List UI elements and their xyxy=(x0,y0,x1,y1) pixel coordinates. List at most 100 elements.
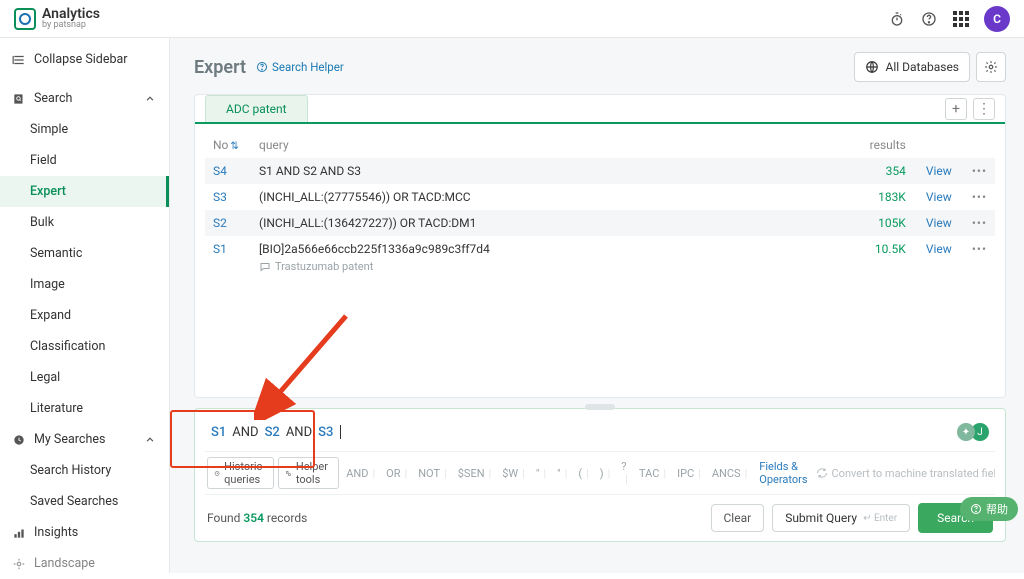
helper-tools-label: Helper tools xyxy=(296,460,332,486)
sidebar-item-label: Expand xyxy=(30,308,71,323)
op-qmark[interactable]: ? xyxy=(618,460,632,486)
sidebar-item-expert[interactable]: Expert xyxy=(0,176,169,207)
chevron-up-icon xyxy=(143,92,157,106)
brand-logo-icon xyxy=(14,8,36,30)
view-link[interactable]: View xyxy=(926,242,952,256)
tab-menu-button[interactable]: ⋮ xyxy=(973,98,995,120)
sidebar-item-literature[interactable]: Literature xyxy=(0,393,169,424)
row-hint: Trastuzumab patent xyxy=(259,260,846,273)
helper-tools-button[interactable]: Helper tools xyxy=(278,457,339,489)
query-token: AND xyxy=(286,425,312,440)
op-paren-close[interactable]: ) xyxy=(597,467,615,480)
sidebar-item-label: Search History xyxy=(30,463,111,478)
sidebar-group-my-searches[interactable]: My Searches xyxy=(0,424,169,455)
sidebar-item-image[interactable]: Image xyxy=(0,269,169,300)
query-toolbar: Historic queries Helper tools AND OR NOT… xyxy=(205,451,995,495)
historic-queries-button[interactable]: Historic queries xyxy=(207,457,274,489)
machine-translate-button[interactable]: Convert to machine translated fields xyxy=(816,467,995,480)
search-helper-link[interactable]: Search Helper xyxy=(256,60,344,74)
help-icon[interactable] xyxy=(920,10,938,28)
row-results: 10.5K xyxy=(854,236,914,279)
sidebar-item-field[interactable]: Field xyxy=(0,145,169,176)
row-no[interactable]: S1 xyxy=(205,236,251,279)
sidebar-item-saved-searches[interactable]: Saved Searches xyxy=(0,486,169,517)
sidebar: Collapse Sidebar Search Simple Field Exp… xyxy=(0,38,170,573)
op-not[interactable]: NOT xyxy=(415,467,451,480)
op-w[interactable]: $W xyxy=(499,467,529,480)
row-no[interactable]: S2 xyxy=(205,210,251,236)
stopwatch-icon[interactable] xyxy=(888,10,906,28)
sidebar-item-search-history[interactable]: Search History xyxy=(0,455,169,486)
row-more-button[interactable]: ••• xyxy=(964,158,995,184)
query-input[interactable]: S1 AND S2 AND S3 ✦ J xyxy=(205,417,995,451)
row-more-button[interactable]: ••• xyxy=(964,210,995,236)
row-more-button[interactable]: ••• xyxy=(964,184,995,210)
avatar[interactable]: C xyxy=(984,6,1010,32)
language-badges[interactable]: ✦ J xyxy=(957,423,989,441)
sidebar-item-legal[interactable]: Legal xyxy=(0,362,169,393)
sidebar-item-label: Classification xyxy=(30,339,105,354)
add-tab-button[interactable]: + xyxy=(945,98,967,120)
row-query: S1 AND S2 AND S3 xyxy=(251,158,854,184)
collapse-sidebar[interactable]: Collapse Sidebar xyxy=(0,44,169,75)
col-query-header: query xyxy=(251,132,854,158)
row-no[interactable]: S3 xyxy=(205,184,251,210)
settings-button[interactable] xyxy=(976,52,1006,82)
sidebar-item-expand[interactable]: Expand xyxy=(0,300,169,331)
view-link[interactable]: View xyxy=(926,164,952,178)
op-and[interactable]: AND xyxy=(343,467,379,480)
sidebar-item-semantic[interactable]: Semantic xyxy=(0,238,169,269)
sidebar-item-label: Literature xyxy=(30,401,83,416)
clear-button[interactable]: Clear xyxy=(711,504,765,532)
sidebar-group-insights[interactable]: Insights xyxy=(0,517,169,548)
globe-icon xyxy=(865,60,879,74)
all-databases-button[interactable]: All Databases xyxy=(854,52,970,82)
sidebar-group-search[interactable]: Search xyxy=(0,83,169,114)
op-or[interactable]: OR xyxy=(383,467,411,480)
comment-icon xyxy=(259,261,271,273)
search-group-icon xyxy=(12,92,26,106)
query-token: S2 xyxy=(265,425,280,440)
col-results-header: results xyxy=(854,132,914,158)
op-ipc[interactable]: IPC xyxy=(674,467,705,480)
row-results: 105K xyxy=(854,210,914,236)
tools-icon xyxy=(285,468,292,479)
view-link[interactable]: View xyxy=(926,190,952,204)
view-link[interactable]: View xyxy=(926,216,952,230)
badge-icon: ✦ xyxy=(957,423,975,441)
apps-icon[interactable] xyxy=(952,10,970,28)
all-databases-label: All Databases xyxy=(885,60,959,74)
sidebar-item-label: Legal xyxy=(30,370,60,385)
sidebar-item-label: Saved Searches xyxy=(30,494,118,509)
sidebar-item-bulk[interactable]: Bulk xyxy=(0,207,169,238)
brand-title: Analytics xyxy=(42,7,100,21)
fields-operators-link[interactable]: Fields & Operators xyxy=(755,460,811,486)
op-ancs[interactable]: ANCS xyxy=(709,467,751,480)
brand[interactable]: Analytics by patsnap xyxy=(14,7,100,30)
resize-handle[interactable] xyxy=(585,404,615,410)
submit-query-button[interactable]: Submit Query ↵ Enter xyxy=(772,504,910,532)
historic-queries-label: Historic queries xyxy=(224,460,267,486)
table-row: S3 (INCHI_ALL:(27775546)) OR TACD:MCC 18… xyxy=(205,184,995,210)
search-helper-label: Search Helper xyxy=(272,60,344,74)
row-more-button[interactable]: ••• xyxy=(964,236,995,279)
op-sen[interactable]: $SEN xyxy=(455,467,496,480)
floating-help-button[interactable]: 帮助 xyxy=(960,497,1018,521)
sidebar-item-classification[interactable]: Classification xyxy=(0,331,169,362)
row-no[interactable]: S4 xyxy=(205,158,251,184)
op-paren-open[interactable]: ( xyxy=(575,467,592,480)
query-history-card: ADC patent + ⋮ No⇅ query results xyxy=(194,94,1006,398)
found-records-text: Found 354 records xyxy=(207,511,307,525)
sidebar-group-landscape[interactable]: Landscape xyxy=(0,548,169,579)
tab-adc-patent[interactable]: ADC patent xyxy=(205,95,308,122)
col-no-header[interactable]: No⇅ xyxy=(205,132,251,158)
row-results: 354 xyxy=(854,158,914,184)
op-tac[interactable]: TAC xyxy=(636,467,670,480)
main-header: Expert Search Helper All Databases xyxy=(194,52,1006,82)
query-table: No⇅ query results S4 S1 AND S2 AND S3 35… xyxy=(205,132,995,279)
submit-query-label: Submit Query xyxy=(785,511,857,525)
op-quote-close[interactable]: " xyxy=(554,467,571,480)
sidebar-item-simple[interactable]: Simple xyxy=(0,114,169,145)
tabs-row: ADC patent + ⋮ xyxy=(195,95,1005,124)
op-quote-open[interactable]: " xyxy=(533,467,550,480)
